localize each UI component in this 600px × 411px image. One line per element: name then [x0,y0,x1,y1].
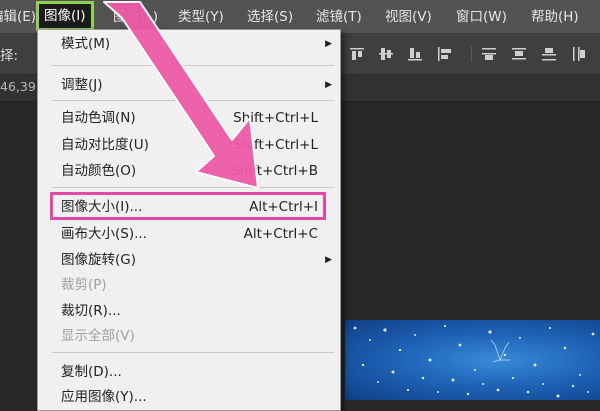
menu-layer[interactable]: 图层(L) [113,6,158,28]
divider-icon [463,45,481,63]
menu-filter[interactable]: 滤镜(T) [316,6,362,28]
align-left-icon[interactable] [436,45,454,63]
menu-select[interactable]: 选择(S) [247,6,293,28]
menu-item-apply-image[interactable]: 应用图像(Y)... [38,385,340,409]
menu-item-label: 调整(J) [61,77,103,93]
menu-image[interactable]: 图像(I) [36,1,94,31]
menu-item-duplicate[interactable]: 复制(D)... [38,360,340,384]
submenu-arrow-icon: ▶ [325,255,332,265]
menu-item-label: 图像旋转(G) [61,252,136,268]
menu-separator [52,352,334,353]
document-tab[interactable]: 46,39 [0,79,36,94]
menu-item-image-rotation[interactable]: 图像旋转(G) ▶ [38,248,340,272]
menu-item-label: 自动对比度(U) [61,137,149,153]
menu-item-label: 复制(D)... [61,364,122,380]
menu-item-auto-tone[interactable]: 自动色调(N) Shift+Ctrl+L [38,106,340,130]
menu-item-shortcut: Shift+Ctrl+L [233,110,318,126]
menu-item-reveal-all: 显示全部(V) [38,324,340,348]
menu-separator [52,100,334,101]
menu-item-canvas-size[interactable]: 画布大小(S)... Alt+Ctrl+C [38,222,340,246]
menu-item-label: 画布大小(S)... [61,226,147,242]
menu-item-mode[interactable]: 模式(M) ▶ [38,32,340,56]
options-label: 择: [0,48,19,64]
menu-item-trim[interactable]: 裁切(R)... [38,299,340,323]
menu-type[interactable]: 类型(Y) [178,6,224,28]
align-top-icon[interactable] [348,45,366,63]
document-image [345,320,600,400]
submenu-arrow-icon: ▶ [325,80,332,90]
menu-item-shortcut: Shift+Ctrl+B [231,163,318,179]
menu-help[interactable]: 帮助(H) [531,6,579,28]
menu-item-label: 应用图像(Y)... [61,389,147,405]
image-dropdown-menu: 模式(M) ▶ 调整(J) ▶ 自动色调(N) Shift+Ctrl+L 自动对… [37,29,341,411]
menu-item-crop: 裁剪(P) [38,273,340,297]
align-vcenter-icon[interactable] [377,45,395,63]
menu-item-label: 裁剪(P) [61,277,107,293]
menu-edit[interactable]: 编辑(E) [0,6,36,28]
menu-item-adjust[interactable]: 调整(J) ▶ [38,73,340,97]
menu-view[interactable]: 视图(V) [385,6,432,28]
menu-item-shortcut: Alt+Ctrl+C [243,226,318,242]
distribute-top-icon[interactable] [480,45,498,63]
snow-dots [353,324,595,398]
distribute-vcenter-icon[interactable] [510,45,528,63]
image-size-highlight [50,192,326,220]
menu-item-label: 自动色调(N) [61,110,136,126]
menu-item-label: 模式(M) [61,36,111,52]
menu-item-label: 自动颜色(O) [61,163,137,179]
menu-item-auto-color[interactable]: 自动颜色(O) Shift+Ctrl+B [38,159,340,183]
menu-item-auto-contrast[interactable]: 自动对比度(U) Shift+Ctrl+L [38,133,340,157]
distribute-left-icon[interactable] [570,45,588,63]
submenu-arrow-icon: ▶ [325,39,332,49]
menu-item-label: 裁切(R)... [61,303,121,319]
align-bottom-icon[interactable] [406,45,424,63]
menu-window[interactable]: 窗口(W) [456,6,507,28]
menu-separator [52,187,334,188]
menu-item-label: 显示全部(V) [61,328,135,344]
menu-item-shortcut: Shift+Ctrl+L [233,137,318,153]
menu-separator [52,65,334,66]
distribute-bottom-icon[interactable] [540,45,558,63]
